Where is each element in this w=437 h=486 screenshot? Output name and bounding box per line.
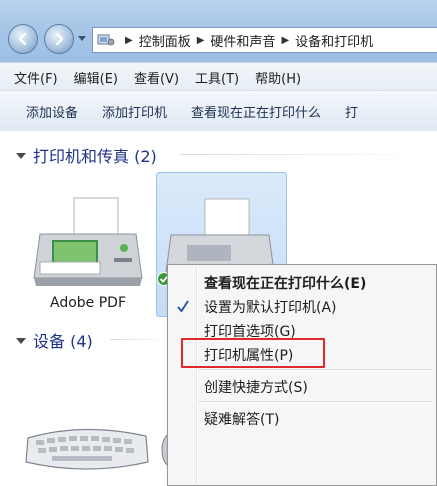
group-title-devices: 设备 (4) [33, 332, 93, 351]
keyboard-icon [25, 428, 149, 470]
back-arrow-icon [18, 32, 27, 46]
annotation-highlight-box [181, 338, 325, 368]
menu-tools[interactable]: 工具(T) [187, 68, 247, 87]
breadcrumb-control-panel[interactable]: 控制面板 [139, 31, 191, 50]
recent-pages-dropdown[interactable] [78, 36, 86, 41]
add-device-button[interactable]: 添加设备 [0, 102, 90, 121]
print-server-button-truncated[interactable]: 打 [333, 102, 370, 121]
breadcrumb-devices-printers[interactable]: 设备和打印机 [295, 31, 373, 50]
collapse-arrow-icon[interactable] [16, 338, 26, 344]
add-printer-button[interactable]: 添加打印机 [90, 102, 179, 121]
group-header-devices[interactable]: 设备 (4) [16, 328, 93, 352]
group-title-printers: 打印机和传真 (2) [33, 147, 157, 166]
context-item-set-default[interactable]: 设置为默认打印机(A) [204, 297, 337, 317]
collapse-arrow-icon[interactable] [16, 153, 26, 159]
back-button[interactable] [8, 24, 38, 54]
control-panel-icon [97, 34, 115, 46]
printer-icon [33, 197, 143, 286]
menu-view[interactable]: 查看(V) [126, 68, 187, 87]
forward-arrow-icon [55, 32, 64, 46]
command-bar: 添加设备 添加打印机 查看现在正在打印什么 打 [0, 90, 437, 132]
menu-gutter [196, 267, 198, 483]
address-bar[interactable]: ▶ 控制面板 ▶ 硬件和声音 ▶ 设备和打印机 [92, 27, 437, 53]
group-divider [180, 154, 430, 155]
context-item-troubleshoot[interactable]: 疑难解答(T) [204, 409, 279, 429]
breadcrumb-hardware-sound[interactable]: 硬件和声音 [210, 31, 275, 50]
device-keyboard[interactable] [22, 418, 152, 484]
menu-help[interactable]: 帮助(H) [247, 68, 309, 87]
printer-name-adobe-pdf: Adobe PDF [49, 295, 126, 311]
breadcrumb-separator-icon[interactable]: ▶ [197, 35, 205, 46]
menu-edit[interactable]: 编辑(E) [66, 68, 126, 87]
breadcrumb-separator-icon[interactable]: ▶ [281, 35, 289, 46]
checkmark-icon [177, 300, 189, 313]
group-divider [110, 339, 166, 340]
title-bar: ▶ 控制面板 ▶ 硬件和声音 ▶ 设备和打印机 [0, 0, 437, 62]
see-whats-printing-button[interactable]: 查看现在正在打印什么 [179, 102, 333, 121]
context-menu: 查看现在正在打印什么(E) 设置为默认打印机(A) 打印首选项(G) 打印机属性… [167, 264, 437, 486]
group-header-printers[interactable]: 打印机和传真 (2) [16, 143, 157, 167]
context-item-create-shortcut[interactable]: 创建快捷方式(S) [204, 377, 308, 397]
menu-file[interactable]: 文件(F) [0, 68, 66, 87]
context-item-see-whats-printing[interactable]: 查看现在正在打印什么(E) [204, 273, 366, 293]
printer-adobe-pdf[interactable]: Adobe PDF [26, 196, 150, 311]
menu-bar: 文件(F) 编辑(E) 查看(V) 工具(T) 帮助(H) [0, 62, 437, 91]
menu-separator [198, 401, 432, 403]
forward-button[interactable] [44, 24, 74, 54]
menu-separator [198, 369, 432, 371]
breadcrumb-separator-icon[interactable]: ▶ [125, 35, 133, 46]
